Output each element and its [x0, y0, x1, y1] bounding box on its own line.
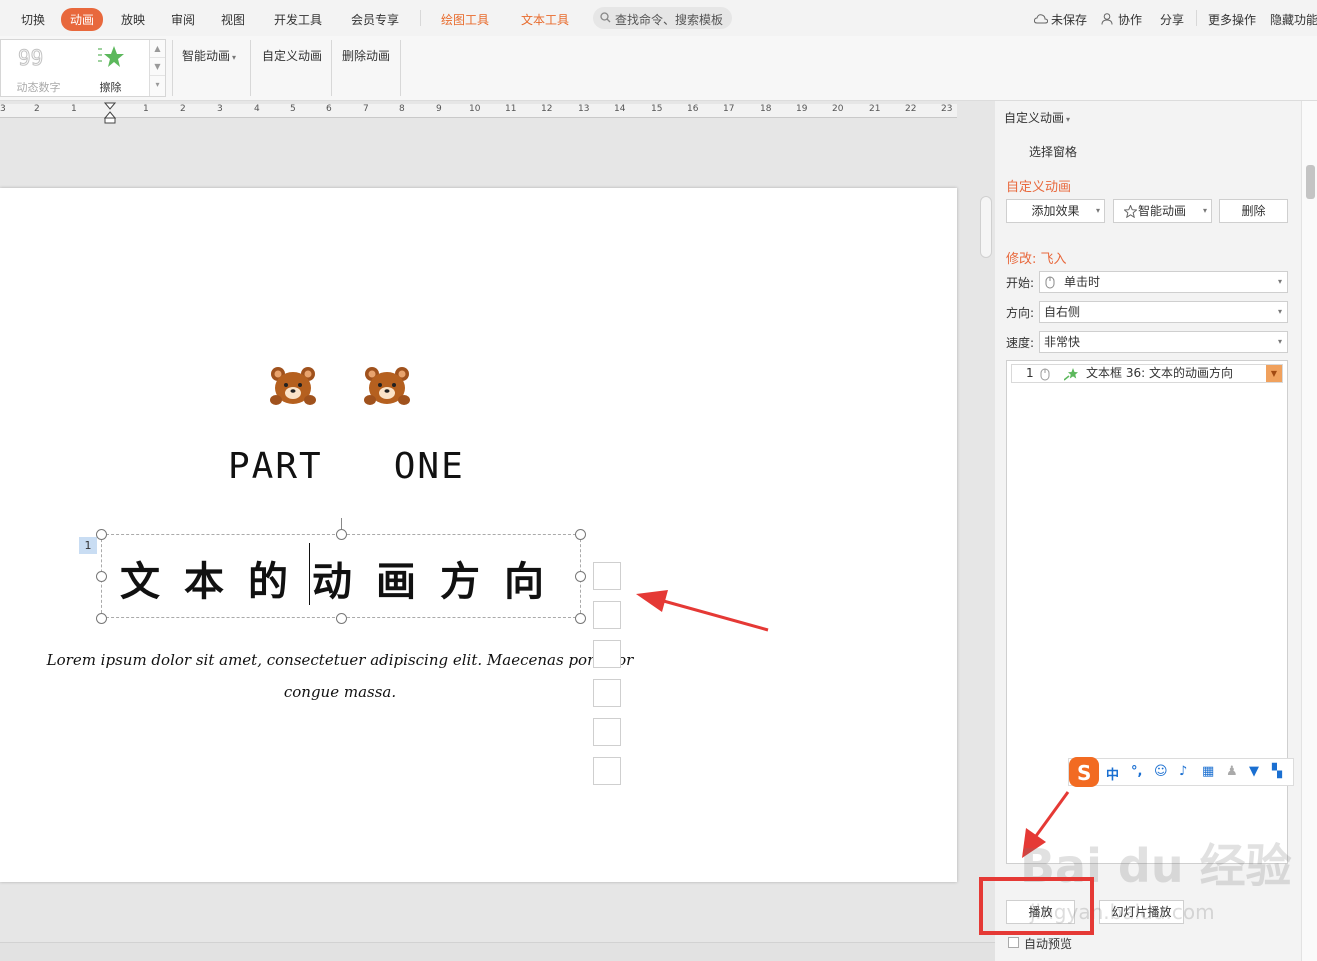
- highlight-box: [979, 877, 1094, 935]
- red-arrow-icon: [636, 590, 769, 632]
- annotation-arrows: [636, 590, 1070, 858]
